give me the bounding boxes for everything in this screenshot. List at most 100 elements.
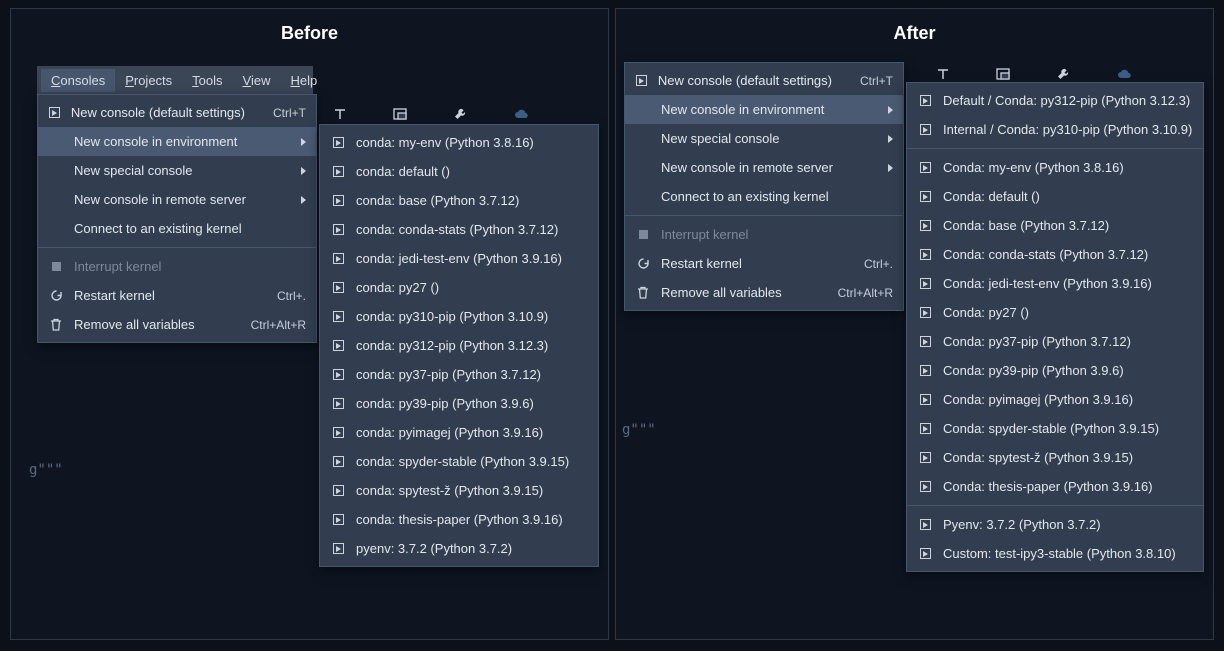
after-panel: After g""" New console (default settings… — [615, 8, 1214, 640]
env-item[interactable]: Custom: test-ipy3-stable (Python 3.8.10) — [907, 539, 1203, 568]
menu-item-label: New console in remote server — [74, 192, 291, 207]
env-item[interactable]: conda: base (Python 3.7.12) — [320, 186, 598, 215]
env-item[interactable]: Conda: thesis-paper (Python 3.9.16) — [907, 472, 1203, 501]
after-title: After — [616, 9, 1213, 62]
env-item[interactable]: conda: py310-pip (Python 3.10.9) — [320, 302, 598, 331]
submenu-arrow-icon — [301, 134, 306, 149]
consoles-menu: New console (default settings)Ctrl+T New … — [624, 62, 904, 311]
console-icon — [917, 423, 933, 434]
env-item-label: Conda: default () — [943, 189, 1193, 204]
menubar-item-tools[interactable]: Tools — [182, 69, 232, 92]
menu-item[interactable]: Remove all variablesCtrl+Alt+R — [38, 310, 316, 339]
menubar-item-projects[interactable]: Projects — [115, 69, 182, 92]
menubar-item-help[interactable]: Help — [280, 69, 327, 92]
menu-item[interactable]: Restart kernelCtrl+. — [38, 281, 316, 310]
console-icon — [330, 485, 346, 496]
env-item[interactable]: Conda: pyimagej (Python 3.9.16) — [907, 385, 1203, 414]
env-item[interactable]: conda: thesis-paper (Python 3.9.16) — [320, 505, 598, 534]
env-item[interactable]: conda: jedi-test-env (Python 3.9.16) — [320, 244, 598, 273]
console-icon — [917, 394, 933, 405]
env-item[interactable]: Conda: spyder-stable (Python 3.9.15) — [907, 414, 1203, 443]
window-icon[interactable] — [393, 108, 407, 123]
reload-icon — [635, 257, 651, 270]
wrench-icon[interactable] — [453, 107, 467, 124]
menu-shortcut: Ctrl+. — [259, 289, 306, 303]
console-icon — [330, 282, 346, 293]
env-item[interactable]: Conda: base (Python 3.7.12) — [907, 211, 1203, 240]
menu-item-label: New console in environment — [661, 102, 878, 117]
wrench-icon[interactable] — [1056, 67, 1070, 84]
env-item[interactable]: Conda: my-env (Python 3.8.16) — [907, 153, 1203, 182]
env-item[interactable]: conda: default () — [320, 157, 598, 186]
submenu-arrow-icon — [888, 131, 893, 146]
menu-item-label: Interrupt kernel — [74, 259, 306, 274]
env-item[interactable]: conda: py37-pip (Python 3.7.12) — [320, 360, 598, 389]
env-item-label: conda: py27 () — [356, 280, 588, 295]
console-icon — [330, 224, 346, 235]
type-icon[interactable] — [333, 107, 347, 124]
before-panel: Before g""" ConsolesProjectsToolsViewHel… — [10, 8, 609, 640]
env-item[interactable]: Conda: jedi-test-env (Python 3.9.16) — [907, 269, 1203, 298]
menu-item[interactable]: New console in remote server — [38, 185, 316, 214]
env-item[interactable]: Conda: default () — [907, 182, 1203, 211]
menu-item-label: Connect to an existing kernel — [74, 221, 306, 236]
background-code-text: g""" — [622, 422, 656, 438]
env-item[interactable]: conda: py312-pip (Python 3.12.3) — [320, 331, 598, 360]
env-item-label: Conda: py37-pip (Python 3.7.12) — [943, 334, 1193, 349]
console-icon — [330, 195, 346, 206]
menu-item[interactable]: New console (default settings)Ctrl+T — [38, 98, 316, 127]
env-item[interactable]: Conda: py27 () — [907, 298, 1203, 327]
menubar-item-view[interactable]: View — [233, 69, 281, 92]
menu-item[interactable]: Restart kernelCtrl+. — [625, 249, 903, 278]
menu-item[interactable]: New console in remote server — [625, 153, 903, 182]
env-item[interactable]: conda: my-env (Python 3.8.16) — [320, 128, 598, 157]
cloud-icon[interactable] — [513, 108, 529, 123]
menu-item[interactable]: New console in environment — [38, 127, 316, 156]
env-item[interactable]: Conda: py37-pip (Python 3.7.12) — [907, 327, 1203, 356]
env-item[interactable]: conda: py39-pip (Python 3.9.6) — [320, 389, 598, 418]
env-submenu-before: conda: my-env (Python 3.8.16) conda: defa… — [319, 124, 599, 567]
console-icon — [330, 253, 346, 264]
menu-item[interactable]: Connect to an existing kernel — [38, 214, 316, 243]
menu-item[interactable]: Remove all variablesCtrl+Alt+R — [625, 278, 903, 307]
env-item-label: conda: base (Python 3.7.12) — [356, 193, 588, 208]
reload-icon — [48, 289, 64, 302]
env-item-label: Pyenv: 3.7.2 (Python 3.7.2) — [943, 517, 1193, 532]
env-item[interactable]: conda: spytest-ž (Python 3.9.15) — [320, 476, 598, 505]
env-item[interactable]: conda: spyder-stable (Python 3.9.15) — [320, 447, 598, 476]
menu-item[interactable]: Connect to an existing kernel — [625, 182, 903, 211]
console-icon — [48, 107, 61, 118]
menubar-item-consoles[interactable]: Consoles — [41, 69, 115, 92]
env-item-label: conda: py37-pip (Python 3.7.12) — [356, 367, 588, 382]
menu-item[interactable]: New console in environment — [625, 95, 903, 124]
trash-icon — [635, 286, 651, 299]
menu-item: Interrupt kernel — [625, 220, 903, 249]
console-icon — [917, 220, 933, 231]
env-item[interactable]: conda: py27 () — [320, 273, 598, 302]
type-icon[interactable] — [936, 67, 950, 84]
env-item-label: Conda: py27 () — [943, 305, 1193, 320]
menu-item[interactable]: New special console — [625, 124, 903, 153]
env-item[interactable]: conda: pyimagej (Python 3.9.16) — [320, 418, 598, 447]
console-icon — [330, 543, 346, 554]
env-item[interactable]: Conda: py39-pip (Python 3.9.6) — [907, 356, 1203, 385]
env-item[interactable]: Conda: conda-stats (Python 3.7.12) — [907, 240, 1203, 269]
console-icon — [917, 191, 933, 202]
env-item[interactable]: Internal / Conda: py310-pip (Python 3.10… — [907, 115, 1203, 144]
env-item-label: conda: py39-pip (Python 3.9.6) — [356, 396, 588, 411]
menu-item-label: Remove all variables — [661, 285, 810, 300]
menubar: ConsolesProjectsToolsViewHelp — [37, 66, 313, 94]
menu-item[interactable]: New console (default settings)Ctrl+T — [625, 66, 903, 95]
env-item[interactable]: Conda: spytest-ž (Python 3.9.15) — [907, 443, 1203, 472]
env-item[interactable]: Default / Conda: py312-pip (Python 3.12.… — [907, 86, 1203, 115]
console-icon — [330, 166, 346, 177]
window-icon[interactable] — [996, 68, 1010, 83]
cloud-icon[interactable] — [1116, 68, 1132, 83]
env-item-label: conda: py312-pip (Python 3.12.3) — [356, 338, 588, 353]
env-item[interactable]: Pyenv: 3.7.2 (Python 3.7.2) — [907, 510, 1203, 539]
console-icon — [917, 365, 933, 376]
env-item[interactable]: pyenv: 3.7.2 (Python 3.7.2) — [320, 534, 598, 563]
env-item-label: conda: default () — [356, 164, 588, 179]
env-item[interactable]: conda: conda-stats (Python 3.7.12) — [320, 215, 598, 244]
menu-item[interactable]: New special console — [38, 156, 316, 185]
